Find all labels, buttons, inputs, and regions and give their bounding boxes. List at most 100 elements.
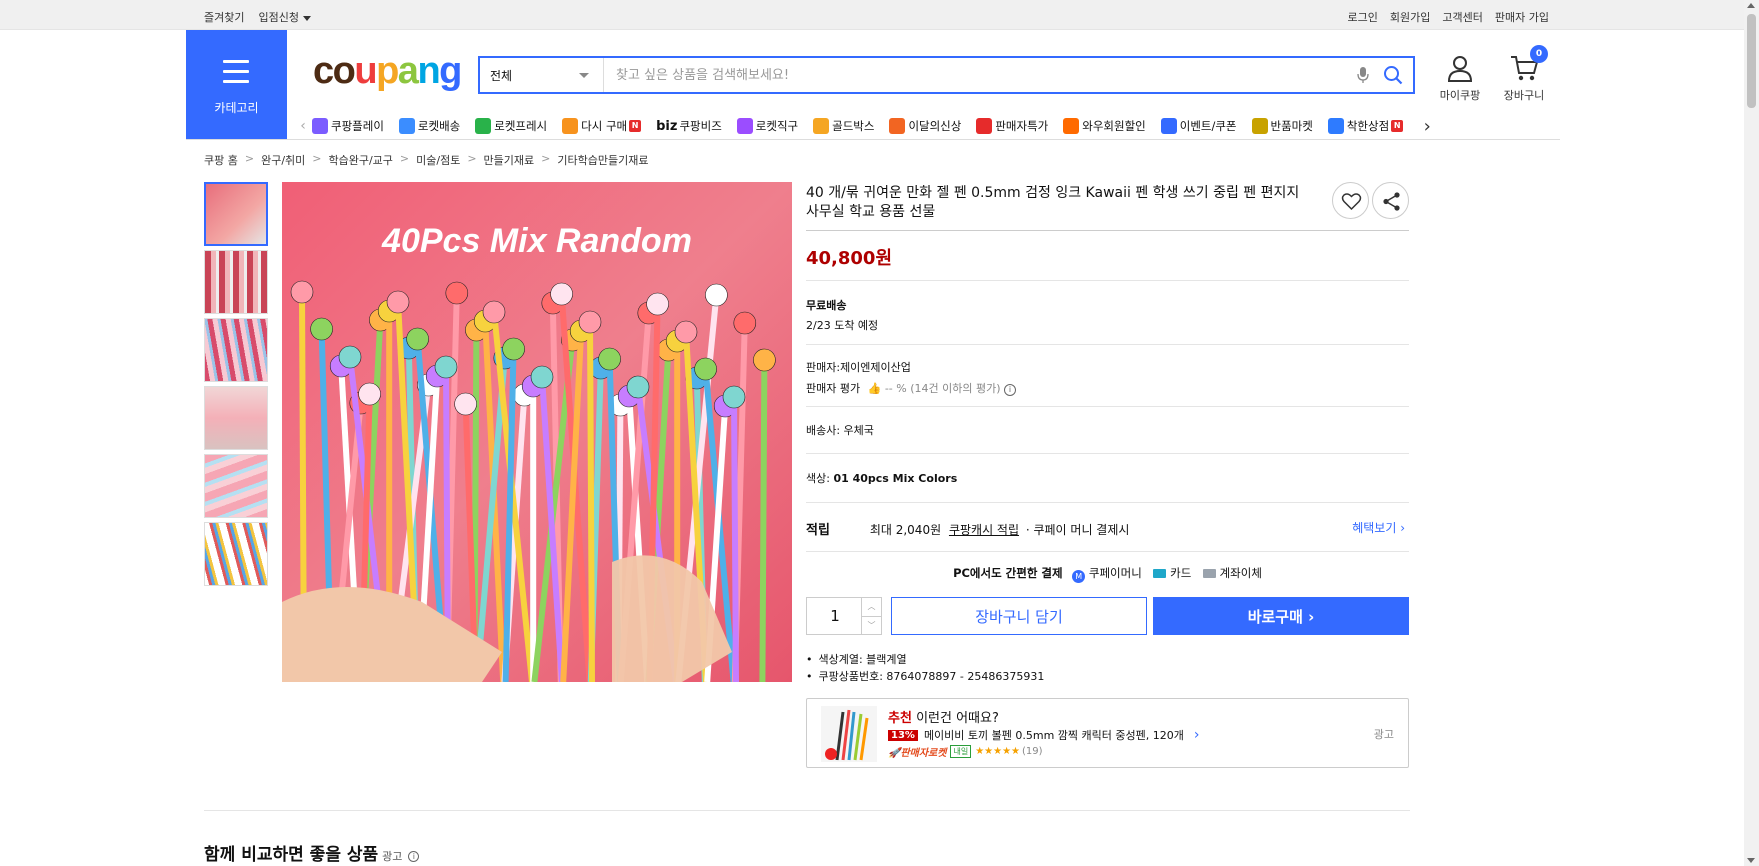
benefit-link[interactable]: 혜택보기 › (1352, 519, 1405, 536)
category-icon (312, 118, 328, 134)
search-scope-select[interactable]: 전체 (480, 58, 604, 92)
category-nav-item[interactable]: biz 쿠팡비즈 (656, 118, 722, 134)
category-nav-item[interactable]: 판매자특가 (976, 118, 1048, 134)
category-nav-item[interactable]: 이벤트/쿠폰 (1160, 118, 1237, 134)
pen-topper (578, 310, 602, 334)
logo-letter: p (376, 50, 399, 92)
pen-topper (358, 382, 381, 406)
pen-topper (626, 375, 650, 399)
category-icon (1251, 118, 1268, 134)
quantity-input[interactable]: 1 (807, 598, 863, 634)
category-nav-item[interactable]: 반품마켓 (1251, 118, 1313, 134)
carrier: 배송사: 우체국 (806, 424, 874, 437)
quantity-up-icon[interactable]: ︿ (862, 598, 881, 616)
recommend-product-name[interactable]: 메이비비 토끼 볼펜 0.5mm 깜찍 캐릭터 중성펜, 120개 (924, 727, 1184, 743)
category-nav-item[interactable]: 다시 구매 N (562, 118, 642, 134)
category-nav-label: 골드박스 (832, 119, 875, 133)
seller-name[interactable]: 판매자:제이엔제이산업 (806, 359, 1409, 375)
category-nav-item[interactable]: 로켓배송 (398, 118, 460, 134)
logo-letter: a (397, 50, 419, 92)
category-nav-item[interactable]: 와우회원할인 (1063, 118, 1146, 134)
recommendation-card[interactable]: 추천 이런건 어때요? 13% 메이비비 토끼 볼펜 0.5mm 깜찍 캐릭터 … (806, 698, 1409, 768)
discount-badge: 13% (888, 729, 918, 741)
breadcrumb-item[interactable]: 미술/점토 (416, 152, 460, 168)
buy-now-button[interactable]: 바로구매 › (1153, 597, 1409, 635)
entry-link[interactable]: 입점신청 (258, 9, 311, 25)
pen-topper (338, 345, 362, 369)
thumbnail-5[interactable] (204, 454, 268, 518)
image-caption: 40Pcs Mix Random (381, 222, 692, 260)
scroll-down-icon[interactable] (1747, 858, 1755, 863)
support-link[interactable]: 고객센터 (1442, 9, 1482, 25)
divider (186, 139, 1560, 140)
thumbnail-2[interactable] (204, 250, 268, 314)
microphone-icon[interactable] (1357, 66, 1369, 84)
color-value[interactable]: 01 40pcs Mix Colors (833, 472, 957, 485)
chevron-right-icon[interactable]: › (1418, 116, 1436, 137)
seller-rating-label: 판매자 평가 (806, 382, 861, 395)
signup-link[interactable]: 회원가입 (1390, 9, 1430, 25)
my-coupang-button[interactable]: 마이쿠팡 (1435, 54, 1485, 103)
heart-icon (1341, 193, 1362, 211)
quantity-down-icon[interactable]: ﹀ (862, 616, 881, 633)
shipping-label: 무료배송 (806, 299, 847, 312)
thumbnail-1[interactable] (204, 182, 268, 246)
pen-topper (694, 357, 717, 381)
scroll-up-icon[interactable] (1747, 3, 1755, 8)
thumbnail-3[interactable] (204, 318, 268, 382)
category-menu-button[interactable]: 카테고리 (186, 30, 287, 140)
seller-section: 판매자:제이엔제이산업 판매자 평가 👍 -- % (14건 이하의 평가) i (806, 344, 1409, 396)
thumbnail-6[interactable] (204, 522, 268, 586)
coupang-logo[interactable]: coupang (313, 50, 462, 93)
pen-topper (722, 385, 746, 409)
info-icon[interactable]: i (1004, 384, 1016, 396)
category-nav-label: 다시 구매 (581, 119, 628, 133)
chevron-right-icon[interactable]: › (1194, 727, 1200, 743)
logo-letter: u (354, 50, 377, 92)
seller-signup-link[interactable]: 판매자 가입 (1495, 9, 1549, 25)
thumbnail-4[interactable] (204, 386, 268, 450)
category-nav-item[interactable]: 착한상점 N (1327, 118, 1404, 134)
pen-topper (386, 290, 410, 314)
search-icon[interactable] (1383, 65, 1403, 85)
login-link[interactable]: 로그인 (1348, 9, 1378, 25)
top-utility-bar: 즐겨찾기 입점신청 로그인 회원가입 고객센터 판매자 가입 (0, 0, 1744, 30)
category-nav-item[interactable]: 로켓프레시 (475, 118, 547, 134)
arrival-date: 2/23 도착 예정 (806, 319, 879, 332)
category-icon (475, 118, 492, 134)
search-input[interactable] (606, 58, 1336, 92)
pen-topper (434, 355, 458, 379)
category-nav-label: 로켓직구 (755, 119, 799, 133)
attribute-item: 색상계열: 블랙계열 (806, 651, 1044, 668)
breadcrumb-item[interactable]: 쿠팡 홈 (204, 152, 238, 168)
cart-button[interactable]: 0 장바구니 (1497, 45, 1551, 103)
category-nav: ‹ 쿠팡플레이 로켓배송 로켓프레시 다시 구매 N biz 쿠팡비즈 로켓직구 골드박스 이달의신… (294, 113, 1554, 139)
ad-label: 광고 (382, 850, 403, 863)
add-to-cart-button[interactable]: 장바구니 담기 (891, 597, 1147, 635)
payment-title: PC에서도 간편한 결제 (953, 566, 1063, 580)
favorites-link[interactable]: 즐겨찾기 (204, 9, 244, 25)
info-icon[interactable]: i (408, 851, 420, 862)
main-product-image[interactable]: 40Pcs Mix Random (282, 182, 792, 682)
pen-topper (550, 282, 573, 306)
breadcrumb-item[interactable]: 만들기재료 (484, 152, 535, 168)
page-scrollbar[interactable] (1744, 0, 1759, 866)
category-nav-item[interactable]: 쿠팡플레이 (312, 118, 384, 134)
chevron-left-icon[interactable]: ‹ (294, 118, 312, 134)
category-nav-item[interactable]: 골드박스 (813, 118, 874, 134)
tomorrow-badge: 내일 (950, 745, 972, 758)
category-nav-item[interactable]: 이달의신상 (889, 118, 961, 134)
share-button[interactable] (1372, 182, 1409, 219)
breadcrumb-item[interactable]: 학습완구/교구 (328, 152, 392, 168)
breadcrumb-item[interactable]: 완구/취미 (261, 152, 305, 168)
category-nav-item[interactable]: 로켓직구 (736, 118, 799, 134)
scroll-thumb[interactable] (1747, 14, 1756, 108)
pen-topper (454, 392, 477, 416)
category-nav-label: 이벤트/쿠폰 (1179, 119, 1237, 133)
reward-condition: · 쿠페이 머니 결제시 (1025, 523, 1130, 537)
coupang-cash-link[interactable]: 쿠팡캐시 적립 (949, 523, 1019, 537)
wishlist-button[interactable] (1332, 182, 1369, 219)
compare-section-title: 함께 비교하면 좋을 상품 광고 i (204, 840, 420, 865)
breadcrumb-item[interactable]: 기타학습만들기재료 (557, 152, 648, 168)
rating-stars: ★★★★★ (975, 746, 1021, 757)
